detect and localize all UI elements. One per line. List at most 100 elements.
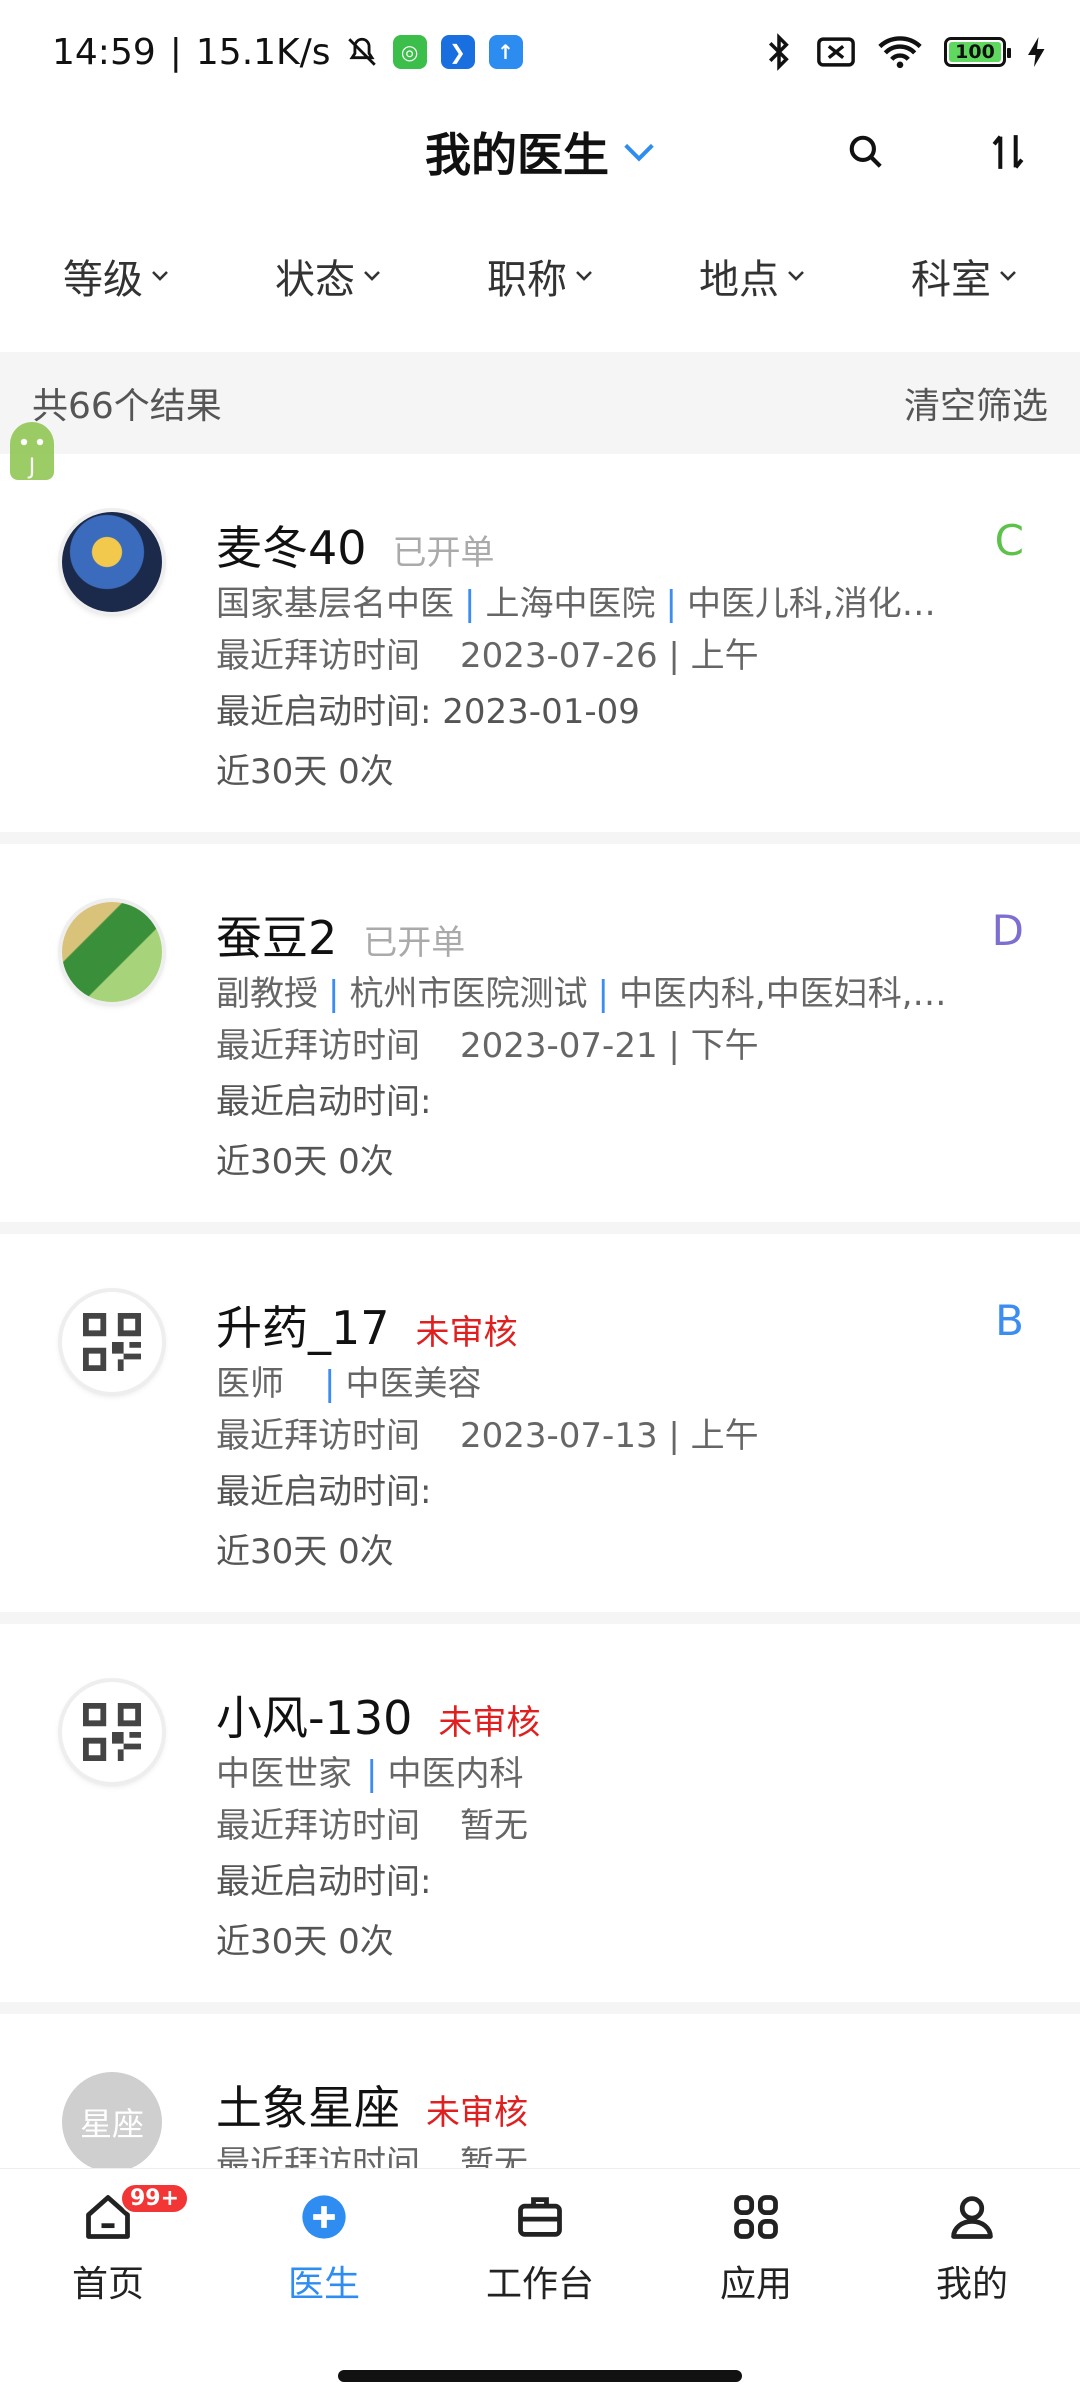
doctor-hospital: 杭州市医院测试 xyxy=(349,974,588,1014)
status-badge: 未审核 xyxy=(426,2093,528,2133)
doctor-card[interactable]: 蚕豆2 已开单 D 副教授 | 杭州市医院测试 | 中医内科,中医妇科,… 最近拜访时间… xyxy=(0,844,1080,1234)
start-value: 2023-01-09 xyxy=(442,692,640,732)
wifi-icon xyxy=(878,36,922,69)
status-speed: 15.1K/s xyxy=(195,31,331,73)
filter-label: 等级 xyxy=(63,257,143,303)
recent-line: 近30天 0次 xyxy=(216,1522,1040,1582)
status-badge: 未审核 xyxy=(438,1703,541,1743)
battery-level: 100 xyxy=(955,41,995,63)
doctor-name: 麦冬40 xyxy=(216,521,367,575)
doctor-title: 国家基层名中医 xyxy=(216,584,454,624)
filter-department[interactable]: 科室 xyxy=(911,247,1017,305)
doctor-name: 土象星座 xyxy=(216,2081,400,2135)
visit-value: 2023-07-13 | 上午 xyxy=(460,1416,759,1456)
doctor-title: 副教授 xyxy=(216,974,318,1014)
notification-app-icon: ↑ xyxy=(488,35,523,69)
filter-label: 科室 xyxy=(911,257,991,303)
tab-label: 医生 xyxy=(287,2264,360,2305)
tab-doctor[interactable]: 医生 xyxy=(244,2189,404,2307)
level-badge: C xyxy=(994,516,1024,565)
level-badge: D xyxy=(991,906,1024,955)
page-header: 我的医生 xyxy=(0,104,1080,200)
tab-mine[interactable]: 我的 xyxy=(892,2189,1052,2307)
chevron-down-icon xyxy=(788,271,804,281)
qr-code-icon xyxy=(83,1703,141,1761)
avatar xyxy=(62,1682,162,1782)
filter-title[interactable]: 职称 xyxy=(487,247,593,305)
visit-line: 最近拜访时间 2023-07-21 | 下午 xyxy=(216,1020,996,1072)
recent-value: 0次 xyxy=(338,1142,394,1182)
avatar xyxy=(62,1292,162,1392)
user-icon xyxy=(951,2196,993,2239)
filter-status[interactable]: 状态 xyxy=(275,247,381,305)
filter-label: 地点 xyxy=(699,257,779,303)
doctor-list: 麦冬40 已开单 C 国家基层名中医 | 上海中医院 | 中医儿科,消化… 最近拜访时间… xyxy=(0,454,1080,2400)
recent-value: 0次 xyxy=(338,1532,394,1572)
filter-label: 状态 xyxy=(275,257,355,303)
start-line: 最近启动时间: xyxy=(216,1462,1040,1522)
doctor-card[interactable]: 麦冬40 已开单 C 国家基层名中医 | 上海中医院 | 中医儿科,消化… 最近拜访时间… xyxy=(0,454,1080,844)
qr-code-icon xyxy=(83,1313,141,1371)
filter-location[interactable]: 地点 xyxy=(699,247,805,305)
tab-apps[interactable]: 应用 xyxy=(676,2189,836,2307)
start-label: 最近启动时间: xyxy=(216,1082,432,1122)
clear-filters-button[interactable]: 清空筛选 xyxy=(904,377,1048,429)
search-button[interactable] xyxy=(842,128,890,176)
page-title: 我的医生 xyxy=(425,128,609,182)
tab-workbench[interactable]: 工作台 xyxy=(460,2189,620,2307)
doctor-card[interactable]: 小风-130 未审核 中医世家 | 中医内科 最近拜访时间 暂无 最近启动时间: 近3… xyxy=(0,1624,1080,2014)
doctor-hospital: 上海中医院 xyxy=(485,584,656,624)
start-label: 最近启动时间: xyxy=(216,1862,432,1902)
filter-bar: 等级 状态 职称 地点 科室 xyxy=(0,200,1080,352)
chevron-down-icon xyxy=(576,271,592,281)
chevron-down-icon xyxy=(624,143,654,162)
charging-icon xyxy=(1028,37,1045,67)
visit-label: 最近拜访时间 xyxy=(216,1416,420,1456)
doctor-info: 医师 | 中医美容 xyxy=(216,1364,482,1404)
filter-label: 职称 xyxy=(487,257,567,303)
visit-line: 最近拜访时间 暂无 xyxy=(216,1800,996,1852)
recent-label: 近30天 xyxy=(216,1532,328,1572)
title-dropdown[interactable]: 我的医生 xyxy=(425,119,655,185)
avatar xyxy=(62,512,162,612)
recent-value: 0次 xyxy=(338,752,394,792)
recent-value: 0次 xyxy=(338,1922,394,1962)
avatar: 星座 xyxy=(62,2072,162,2172)
start-line: 最近启动时间: xyxy=(216,1072,1040,1132)
recent-line: 近30天 0次 xyxy=(216,1132,1040,1192)
status-divider: | xyxy=(169,31,182,73)
status-badge: 已开单 xyxy=(363,923,466,963)
search-icon xyxy=(849,135,882,168)
doctor-title: 中医世家 xyxy=(216,1754,352,1794)
apps-grid-icon xyxy=(734,2195,778,2239)
tab-home[interactable]: 99+ 首页 xyxy=(28,2183,190,2307)
doctor-info: 中医世家 | 中医内科 xyxy=(216,1754,524,1794)
no-sim-icon xyxy=(817,37,855,67)
doctor-card[interactable]: 升药_17 未审核 B 医师 | 中医美容 最近拜访时间 2023-07-13 | 上… xyxy=(0,1234,1080,1624)
doctor-department: 中医内科 xyxy=(387,1754,524,1794)
chevron-down-icon xyxy=(152,271,168,281)
chevron-down-icon xyxy=(364,271,380,281)
level-badge: B xyxy=(995,1296,1024,1345)
home-indicator[interactable] xyxy=(338,2370,742,2382)
start-label: 最近启动时间: xyxy=(216,692,432,732)
sort-button[interactable] xyxy=(984,128,1032,176)
recent-label: 近30天 xyxy=(216,1142,328,1182)
doctor-info: 国家基层名中医 | 上海中医院 | 中医儿科,消化… xyxy=(216,584,936,624)
doctor-plus-icon xyxy=(302,2195,346,2239)
battery-indicator: 100 xyxy=(944,37,1011,67)
recent-label: 近30天 xyxy=(216,752,328,792)
doctor-name: 升药_17 xyxy=(216,1301,390,1355)
tab-label: 首页 xyxy=(71,2264,144,2305)
start-line: 最近启动时间: xyxy=(216,1852,1040,1912)
tab-label: 工作台 xyxy=(485,2264,594,2305)
tab-label: 我的 xyxy=(935,2264,1008,2305)
status-bar: 14:59 | 15.1K/s ◎ ❯ ↑ 100 xyxy=(0,0,1080,104)
doctor-department: 中医儿科,消化… xyxy=(686,584,936,624)
visit-line: 最近拜访时间 2023-07-26 | 上午 xyxy=(216,630,996,682)
bluetooth-icon xyxy=(768,33,789,71)
visit-label: 最近拜访时间 xyxy=(216,1026,420,1066)
filter-level[interactable]: 等级 xyxy=(63,247,169,305)
start-line: 最近启动时间: 2023-01-09 xyxy=(216,682,1040,742)
status-time: 14:59 xyxy=(52,31,156,73)
